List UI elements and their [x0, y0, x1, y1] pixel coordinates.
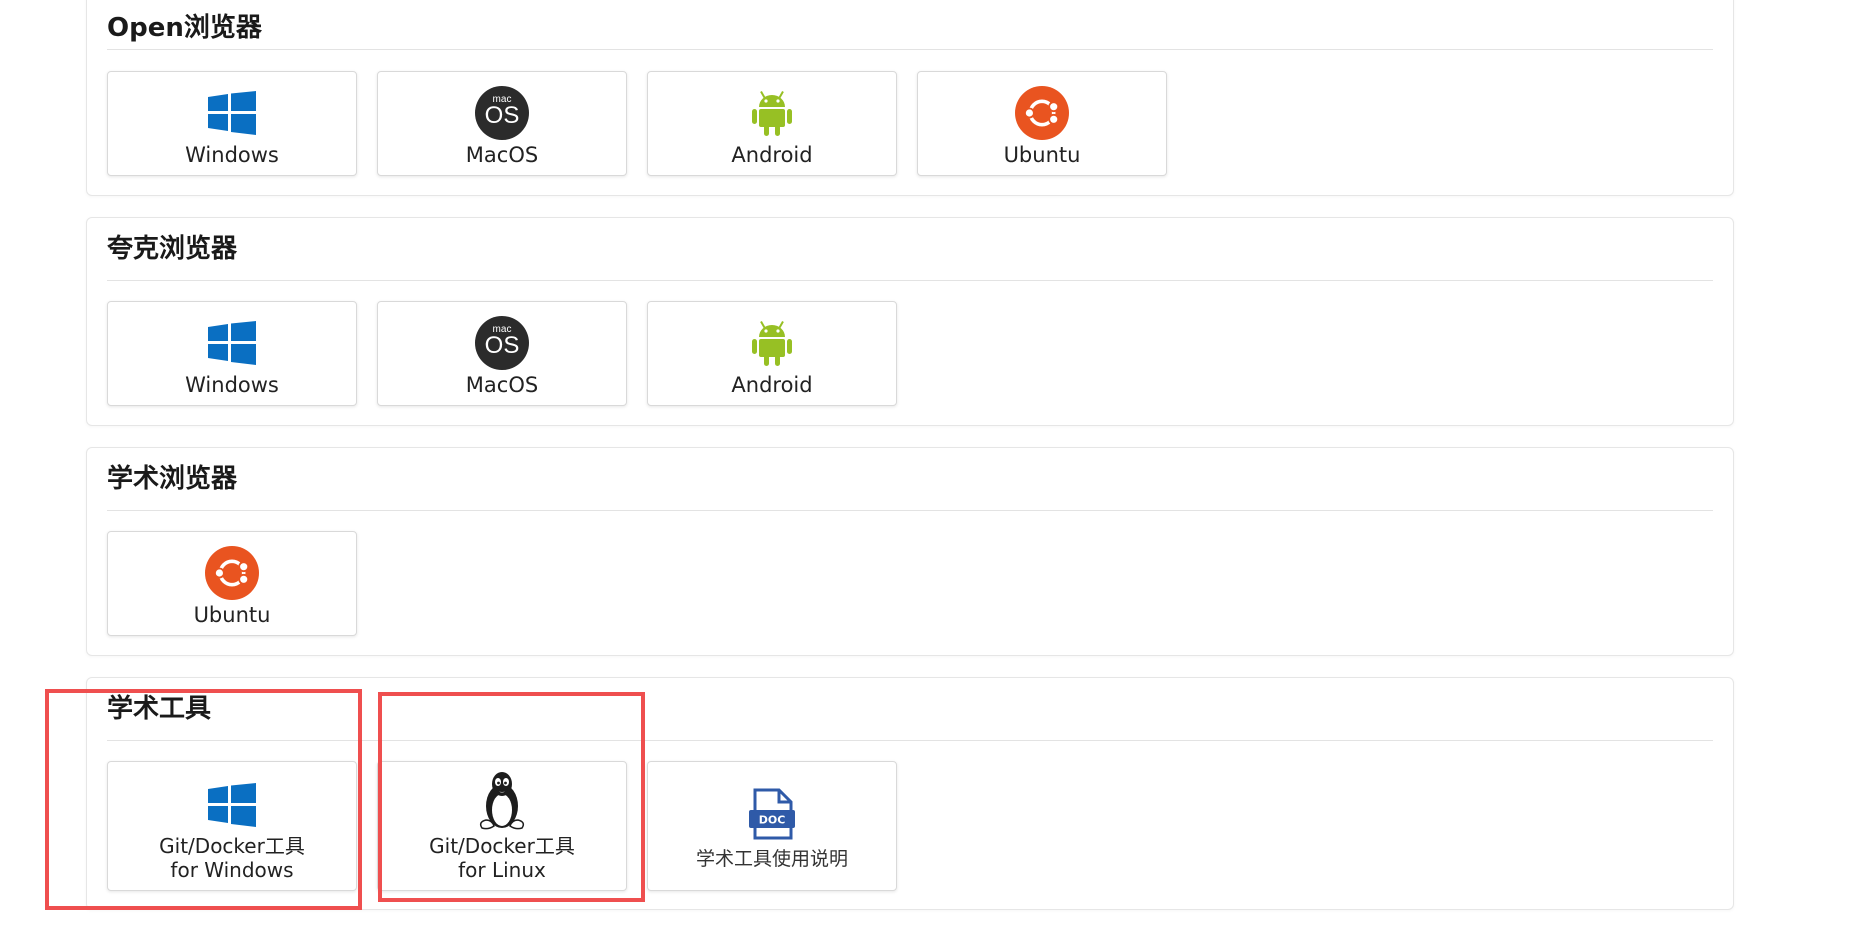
- tile-label: Android: [731, 143, 813, 167]
- linux-tux-icon: [474, 770, 530, 832]
- tile-label-line2: for Linux: [458, 858, 546, 882]
- tile-label: Git/Docker工具 for Linux: [378, 834, 626, 882]
- download-ubuntu-button[interactable]: Ubuntu: [107, 531, 357, 636]
- section-divider: [107, 740, 1713, 741]
- doc-file-icon: DOC: [747, 788, 797, 840]
- section-title: 学术浏览器: [107, 464, 238, 494]
- macos-badge: mac OS: [475, 86, 529, 140]
- ubuntu-icon: [1015, 86, 1069, 140]
- tile-label-line1: Git/Docker工具: [159, 834, 305, 858]
- tile-label: Android: [731, 373, 813, 397]
- download-windows-button[interactable]: Windows: [107, 301, 357, 406]
- download-git-docker-windows-button[interactable]: Git/Docker工具 for Windows: [107, 761, 357, 891]
- section-quark-browser: 夸克浏览器 Windows mac OS MacOS Android: [86, 217, 1734, 426]
- windows-icon: [205, 316, 259, 370]
- android-icon: [745, 316, 799, 370]
- section-open-browser: Open浏览器 Windows mac OS MacOS Android Ubu…: [86, 0, 1734, 196]
- macos-icon: mac OS: [475, 86, 529, 140]
- section-title: 学术工具: [107, 694, 212, 724]
- ubuntu-icon: [205, 546, 259, 600]
- macos-badge: mac OS: [475, 316, 529, 370]
- windows-icon: [205, 86, 259, 140]
- android-icon: [745, 86, 799, 140]
- download-android-button[interactable]: Android: [647, 301, 897, 406]
- tile-label-line1: Git/Docker工具: [429, 834, 575, 858]
- doc-icon-text: DOC: [759, 814, 786, 827]
- download-windows-button[interactable]: Windows: [107, 71, 357, 176]
- section-academic-browser: 学术浏览器 Ubuntu: [86, 447, 1734, 656]
- macos-icon: mac OS: [475, 316, 529, 370]
- download-android-button[interactable]: Android: [647, 71, 897, 176]
- tile-label: MacOS: [465, 143, 539, 167]
- section-divider: [107, 49, 1713, 50]
- windows-icon: [205, 778, 259, 832]
- section-divider: [107, 280, 1713, 281]
- section-academic-tools: 学术工具 Git/Docker工具 for Windows Git/Docker…: [86, 677, 1734, 910]
- tile-label: 学术工具使用说明: [695, 848, 848, 870]
- tile-label: Ubuntu: [193, 603, 271, 627]
- tile-label: MacOS: [465, 373, 539, 397]
- download-git-docker-linux-button[interactable]: Git/Docker工具 for Linux: [377, 761, 627, 891]
- download-macos-button[interactable]: mac OS MacOS: [377, 71, 627, 176]
- academic-tools-guide-button[interactable]: DOC 学术工具使用说明: [647, 761, 897, 891]
- section-divider: [107, 510, 1713, 511]
- section-title: Open浏览器: [107, 13, 262, 43]
- download-ubuntu-button[interactable]: Ubuntu: [917, 71, 1167, 176]
- tile-label: Ubuntu: [1003, 143, 1081, 167]
- section-title: 夸克浏览器: [107, 234, 238, 264]
- download-macos-button[interactable]: mac OS MacOS: [377, 301, 627, 406]
- tile-label: Git/Docker工具 for Windows: [108, 834, 356, 882]
- tile-label: Windows: [185, 143, 279, 167]
- tile-label: Windows: [185, 373, 279, 397]
- tile-label-line2: for Windows: [170, 858, 294, 882]
